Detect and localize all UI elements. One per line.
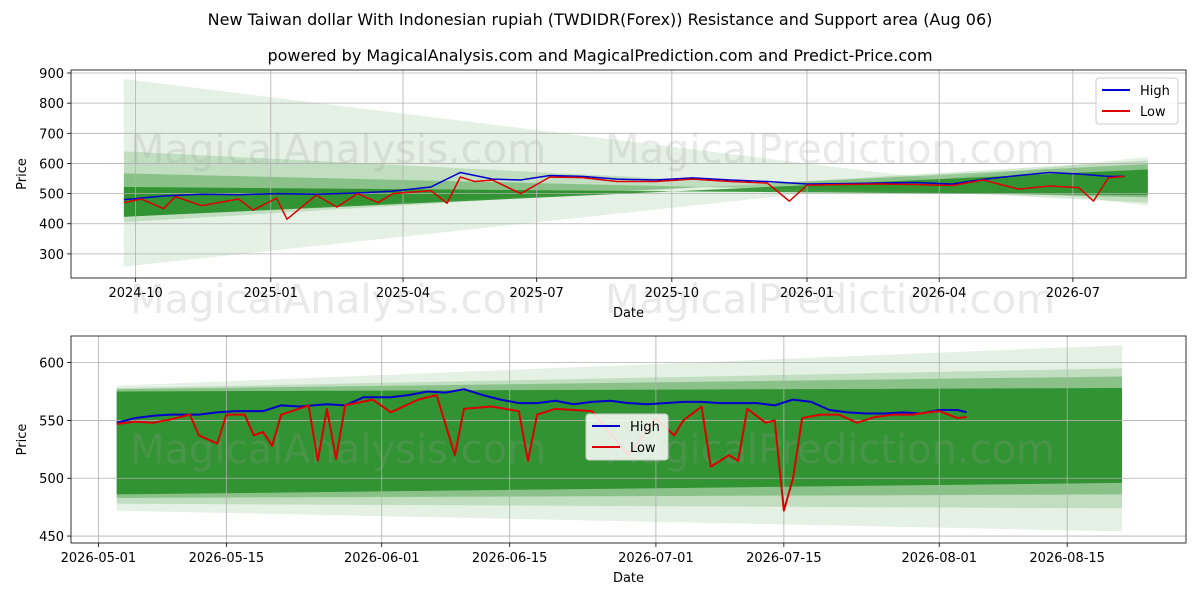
x-tick-label: 2026-07-01 <box>618 551 694 566</box>
y-tick-label: 500 <box>39 472 64 487</box>
y-tick-label: 550 <box>39 414 64 429</box>
x-axis-label: Date <box>613 306 644 321</box>
x-tick-label: 2026-07 <box>1046 286 1100 301</box>
legend-label-high: High <box>630 420 660 435</box>
x-tick-label: 2024-10 <box>108 286 162 301</box>
chart-area: MagicalAnalysis.com MagicalPrediction.com… <box>15 67 1187 586</box>
chart-panel-2: MagicalAnalysis.com MagicalPrediction.com… <box>15 335 1187 586</box>
chart-panel-1: MagicalAnalysis.com MagicalPrediction.com… <box>15 67 1187 323</box>
x-tick-label: 2026-04 <box>912 286 966 301</box>
x-tick-label: 2026-08-01 <box>901 551 977 566</box>
x-tick-label: 2025-10 <box>645 286 699 301</box>
y-tick-label: 900 <box>39 67 64 82</box>
legend-label-high: High <box>1140 84 1170 99</box>
legend-label-low: Low <box>630 441 656 456</box>
y-tick-label: 800 <box>39 97 64 112</box>
x-tick-label: 2025-04 <box>376 286 430 301</box>
y-tick-label: 400 <box>39 218 64 233</box>
x-tick-label: 2025-01 <box>244 286 298 301</box>
x-tick-label: 2025-07 <box>510 286 564 301</box>
y-tick-label: 450 <box>39 530 64 545</box>
y-tick-label: 600 <box>39 157 64 172</box>
x-tick-label: 2026-07-15 <box>746 551 822 566</box>
watermark-text: MagicalAnalysis.com <box>130 127 546 173</box>
x-axis-label: Date <box>613 571 644 586</box>
y-tick-label: 500 <box>39 188 64 203</box>
watermark-text: MagicalAnalysis.com <box>130 277 546 323</box>
y-axis-label: Price <box>15 424 30 456</box>
x-tick-label: 2026-08-15 <box>1029 551 1105 566</box>
y-tick-label: 700 <box>39 127 64 142</box>
x-tick-label: 2026-01 <box>780 286 834 301</box>
y-axis-label: Price <box>15 158 30 190</box>
x-tick-label: 2026-06-01 <box>344 551 420 566</box>
y-tick-label: 300 <box>39 248 64 263</box>
x-tick-label: 2026-06-15 <box>472 551 548 566</box>
x-tick-label: 2026-05-15 <box>189 551 265 566</box>
legend: High Low <box>585 413 669 461</box>
legend-label-low: Low <box>1140 105 1166 120</box>
y-tick-label: 600 <box>39 357 64 372</box>
legend: High Low <box>1095 77 1179 125</box>
watermark-text: MagicalPrediction.com <box>605 127 1055 173</box>
x-tick-label: 2026-05-01 <box>61 551 137 566</box>
